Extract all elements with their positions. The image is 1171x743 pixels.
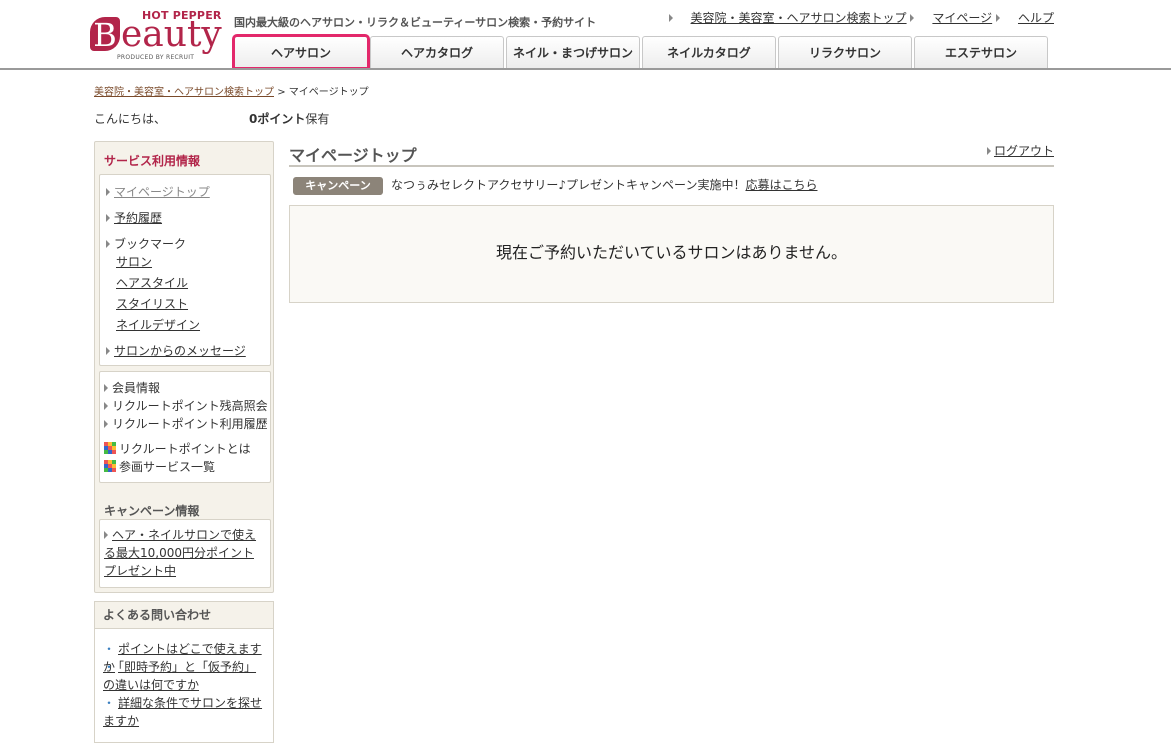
link-help[interactable]: ヘルプ: [1018, 11, 1054, 25]
logo-produced-by: PRODUCED BY RECRUIT: [117, 54, 195, 61]
recruit-grid-icon: [104, 442, 116, 454]
page-title: マイページトップ: [289, 146, 417, 165]
bullet-icon: ・: [103, 660, 116, 674]
breadcrumb-separator: >: [277, 87, 286, 98]
breadcrumb-home-link[interactable]: 美容院・美容室・ヘアサロン検索トップ: [94, 87, 274, 98]
campaign-badge: キャンペーン: [293, 177, 383, 195]
arrow-right-icon: [986, 147, 991, 155]
breadcrumb: 美容院・美容室・ヘアサロン検索トップ > マイページトップ: [94, 83, 369, 98]
bullet-icon: ・: [103, 696, 116, 710]
greeting-text: こんにちは、: [94, 112, 167, 126]
site-header: HOT PEPPER Beauty PRODUCED BY RECRUIT 国内…: [0, 0, 1171, 70]
arrow-right-icon: [104, 420, 108, 428]
points-balance: 0ポイント保有: [249, 110, 329, 127]
logout[interactable]: ログアウト: [986, 142, 1054, 159]
site-tagline: 国内最大級のヘアサロン・リラク＆ビューティーサロン検索・予約サイト: [234, 16, 597, 29]
menu-salon-messages[interactable]: サロンからのメッセージ: [106, 342, 246, 359]
bookmark-hairstyle[interactable]: ヘアスタイル: [116, 274, 188, 291]
tab-nail-catalog[interactable]: ネイルカタログ: [642, 36, 776, 68]
header-divider: [0, 68, 1171, 70]
recruit-grid-icon: [104, 460, 116, 472]
bullet-icon: ・: [103, 642, 116, 656]
bookmark-nail-design-link[interactable]: ネイルデザイン: [116, 318, 200, 332]
faq-link[interactable]: 「即時予約」と「仮予約」の違いは何ですか: [103, 660, 256, 692]
menu-about-points-label: リクルートポイントとは: [119, 442, 251, 456]
mypage-menu: マイページトップ 予約履歴 ブックマーク サロン ヘアスタイル スタイリスト ネ…: [99, 174, 271, 366]
arrow-right-icon: [106, 347, 110, 355]
menu-services-list-label: 参画サービス一覧: [119, 460, 216, 474]
campaign-text: なつぅみセレクトアクセサリー♪プレゼントキャンペーン実施中！: [391, 178, 746, 192]
arrow-right-icon: [995, 14, 1000, 22]
menu-points-balance[interactable]: リクルートポイント残高照会: [104, 397, 268, 414]
menu-member-info-label: 会員情報: [112, 381, 161, 395]
menu-mypage-top[interactable]: マイページトップ: [106, 183, 210, 200]
arrow-right-icon: [104, 402, 108, 410]
points-suffix: 保有: [305, 112, 330, 126]
menu-points-history[interactable]: リクルートポイント利用履歴: [104, 415, 268, 432]
logo-beauty-rest: eauty: [121, 14, 222, 55]
bookmark-nail-design[interactable]: ネイルデザイン: [116, 316, 200, 333]
arrow-right-icon: [104, 531, 108, 539]
bookmark-stylist-link[interactable]: スタイリスト: [116, 297, 188, 311]
menu-points-balance-label: リクルートポイント残高照会: [112, 399, 268, 413]
menu-reservation-history-link[interactable]: 予約履歴: [114, 211, 162, 225]
bookmark-salon[interactable]: サロン: [116, 253, 152, 270]
campaign-info-item[interactable]: ヘア・ネイルサロンで使える最大10,000円分ポイントプレゼント中: [104, 526, 264, 580]
reservation-notice: 現在ご予約いただいているサロンはありません。: [289, 205, 1054, 303]
link-mypage[interactable]: マイページ: [932, 11, 992, 25]
greeting: こんにちは、 0ポイント保有: [94, 110, 329, 127]
bookmark-salon-link[interactable]: サロン: [116, 255, 152, 269]
campaign-banner: キャンペーン なつぅみセレクトアクセサリー♪プレゼントキャンペーン実施中！応募はこ…: [293, 176, 817, 195]
menu-bookmark-label: ブックマーク: [114, 237, 187, 251]
faq-panel: よくある問い合わせ ・ポイントはどこで使えますか ・「即時予約」と「仮予約」の違…: [94, 601, 274, 743]
tab-hair-salon[interactable]: ヘアサロン: [232, 34, 370, 70]
bookmark-hairstyle-link[interactable]: ヘアスタイル: [116, 276, 188, 290]
link-search-top[interactable]: 美容院・美容室・ヘアサロン検索トップ: [691, 11, 907, 25]
menu-services-list[interactable]: 参画サービス一覧: [104, 458, 215, 475]
service-info-title: サービス利用情報: [104, 154, 201, 168]
menu-member-info[interactable]: 会員情報: [104, 379, 160, 396]
arrow-right-icon: [910, 14, 915, 22]
logout-link[interactable]: ログアウト: [994, 144, 1054, 158]
arrow-right-icon: [106, 240, 110, 248]
menu-reservation-history[interactable]: 予約履歴: [106, 209, 162, 226]
utility-links: 美容院・美容室・ヘアサロン検索トップ マイページ ヘルプ: [668, 9, 1054, 26]
no-reservation-message: 現在ご予約いただいているサロンはありません。: [495, 243, 848, 262]
menu-salon-messages-link[interactable]: サロンからのメッセージ: [114, 344, 246, 358]
menu-points-history-label: リクルートポイント利用履歴: [112, 417, 268, 431]
points-value: 0ポイント: [249, 112, 306, 126]
menu-bookmark: ブックマーク: [106, 235, 186, 252]
faq-title: よくある問い合わせ: [95, 602, 273, 629]
campaign-info-link[interactable]: ヘア・ネイルサロンで使える最大10,000円分ポイントプレゼント中: [104, 528, 256, 578]
faq-link[interactable]: 詳細な条件でサロンを探せますか: [103, 696, 262, 728]
tab-relax-salon[interactable]: リラクサロン: [778, 36, 912, 68]
campaign-apply-link[interactable]: 応募はこちら: [745, 178, 817, 192]
faq-item[interactable]: ・「即時予約」と「仮予約」の違いは何ですか: [103, 658, 263, 694]
tab-hair-catalog[interactable]: ヘアカタログ: [370, 36, 504, 68]
logo-beauty-text: Beauty: [90, 15, 222, 55]
breadcrumb-current: マイページトップ: [288, 87, 369, 98]
campaign-info-box: ヘア・ネイルサロンで使える最大10,000円分ポイントプレゼント中: [99, 519, 271, 588]
campaign-info-title: キャンペーン情報: [104, 504, 200, 518]
arrow-right-icon: [106, 188, 110, 196]
arrow-right-icon: [106, 214, 110, 222]
tab-esthetic-salon[interactable]: エステサロン: [914, 36, 1048, 68]
account-menu: 会員情報 リクルートポイント残高照会 リクルートポイント利用履歴 リクルートポイ…: [99, 371, 271, 483]
hotpepper-beauty-logo[interactable]: HOT PEPPER Beauty PRODUCED BY RECRUIT: [90, 9, 222, 65]
title-divider: [289, 165, 1054, 167]
logo-b-mark: B: [90, 17, 120, 53]
arrow-right-icon: [668, 14, 673, 22]
menu-about-points[interactable]: リクルートポイントとは: [104, 440, 251, 457]
menu-mypage-top-link[interactable]: マイページトップ: [114, 185, 210, 199]
bookmark-stylist[interactable]: スタイリスト: [116, 295, 188, 312]
tab-nail-eyelash-salon[interactable]: ネイル・まつげサロン: [506, 36, 640, 68]
service-info-panel: サービス利用情報 マイページトップ 予約履歴 ブックマーク サロン ヘアスタイル…: [94, 141, 274, 593]
faq-item[interactable]: ・詳細な条件でサロンを探せますか: [103, 694, 263, 730]
arrow-right-icon: [104, 384, 108, 392]
